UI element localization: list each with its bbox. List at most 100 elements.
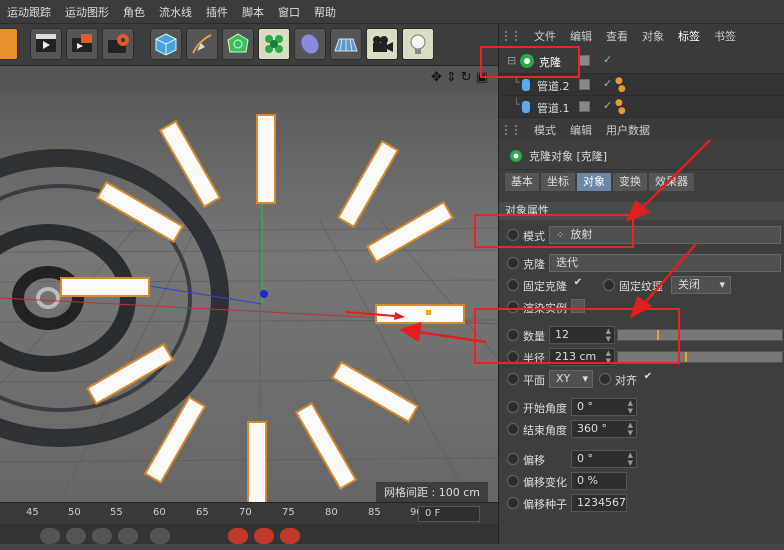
object-row-tube-2[interactable]: └ 管道.2 ✓ ● ● bbox=[499, 74, 784, 96]
render-region-icon[interactable] bbox=[0, 28, 18, 60]
offset-seed-input[interactable]: 1234567 bbox=[571, 494, 627, 512]
render-picture-viewer-icon[interactable] bbox=[66, 28, 98, 60]
om-menu-bookmarks[interactable]: 书签 bbox=[707, 28, 743, 44]
object-row-tube-1[interactable]: └ 管道.1 ✓ ● ● bbox=[499, 96, 784, 118]
param-label: 半径 bbox=[523, 352, 545, 365]
om-menu-view[interactable]: 查看 bbox=[599, 28, 635, 44]
subdivision-icon[interactable] bbox=[222, 28, 254, 60]
tab-transform[interactable]: 变换 bbox=[613, 173, 647, 191]
end-angle-input[interactable]: 360 ° ▲ ▼ bbox=[571, 420, 637, 438]
om-menu-edit[interactable]: 编辑 bbox=[563, 28, 599, 44]
animate-radio[interactable] bbox=[507, 229, 519, 241]
am-menu-mode[interactable]: 模式 bbox=[527, 122, 563, 138]
camera-icon[interactable] bbox=[366, 28, 398, 60]
next-frame-button[interactable] bbox=[150, 528, 170, 544]
render-instance-checkbox[interactable] bbox=[571, 299, 585, 313]
layer-toggle[interactable] bbox=[579, 101, 590, 112]
goto-start-button[interactable] bbox=[40, 528, 60, 544]
keyframe-selection-button[interactable] bbox=[280, 528, 300, 544]
cloner-icon[interactable] bbox=[258, 28, 290, 60]
enabled-check-icon[interactable]: ✓ bbox=[603, 77, 612, 90]
move-view-icon[interactable]: ✥ bbox=[431, 70, 442, 85]
rotate-view-icon[interactable]: ↻ bbox=[461, 70, 472, 85]
menu-script[interactable]: 脚本 bbox=[235, 4, 271, 20]
am-menu-userdata[interactable]: 用户数据 bbox=[599, 122, 657, 138]
panel-grip-icon[interactable] bbox=[505, 125, 517, 135]
fix-texture-dropdown[interactable]: 关闭 ▾ bbox=[671, 276, 731, 294]
animate-radio[interactable] bbox=[507, 423, 519, 435]
menu-motion-tracking[interactable]: 运动跟踪 bbox=[0, 4, 58, 20]
menu-mograph[interactable]: 运动图形 bbox=[58, 4, 116, 20]
prev-frame-button[interactable] bbox=[92, 528, 112, 544]
3d-viewport[interactable]: ✥ ⇕ ↻ ▣ 网格间距: 100 cm bbox=[0, 66, 498, 502]
tab-coordinates[interactable]: 坐标 bbox=[541, 173, 575, 191]
start-angle-input[interactable]: 0 ° ▲ ▼ bbox=[571, 398, 637, 416]
animate-radio[interactable] bbox=[507, 329, 519, 341]
panel-grip-icon[interactable] bbox=[505, 31, 517, 41]
radius-input[interactable]: 213 cm ▲ ▼ bbox=[549, 348, 615, 366]
object-name[interactable]: 管道.2 bbox=[537, 78, 570, 94]
animate-radio[interactable] bbox=[603, 279, 615, 291]
object-name[interactable]: 克隆 bbox=[539, 54, 561, 70]
menu-window[interactable]: 窗口 bbox=[271, 4, 307, 20]
offset-input[interactable]: 0 ° ▲ ▼ bbox=[571, 450, 637, 468]
om-menu-file[interactable]: 文件 bbox=[527, 28, 563, 44]
animate-radio[interactable] bbox=[507, 301, 519, 313]
cube-icon[interactable] bbox=[150, 28, 182, 60]
animate-radio[interactable] bbox=[507, 351, 519, 363]
layer-toggle[interactable] bbox=[579, 79, 590, 90]
animate-radio[interactable] bbox=[507, 257, 519, 269]
animate-radio[interactable] bbox=[599, 373, 611, 385]
animate-radio[interactable] bbox=[507, 401, 519, 413]
material-tag-icon[interactable]: ● ● bbox=[615, 77, 626, 94]
enabled-check-icon[interactable]: ✓ bbox=[603, 53, 612, 66]
zoom-view-icon[interactable]: ⇕ bbox=[446, 70, 457, 85]
align-checkbox[interactable]: ✔ bbox=[641, 371, 655, 385]
record-button[interactable] bbox=[228, 528, 248, 544]
slider-handle[interactable] bbox=[685, 352, 688, 362]
pen-icon[interactable] bbox=[186, 28, 218, 60]
light-icon[interactable] bbox=[402, 28, 434, 60]
object-row-cloner[interactable]: ⊟ 克隆 ✓ bbox=[499, 48, 784, 74]
plane-dropdown[interactable]: XY ▾ bbox=[549, 370, 593, 388]
radius-slider[interactable] bbox=[617, 351, 783, 363]
expand-icon[interactable]: ⊟ bbox=[507, 54, 516, 67]
prev-key-button[interactable] bbox=[66, 528, 86, 544]
menu-plugins[interactable]: 插件 bbox=[199, 4, 235, 20]
menu-help[interactable]: 帮助 bbox=[307, 4, 343, 20]
fix-clone-checkbox[interactable]: ✔ bbox=[571, 277, 585, 291]
layer-toggle[interactable] bbox=[579, 55, 590, 66]
animate-radio[interactable] bbox=[507, 475, 519, 487]
render-view-icon[interactable] bbox=[30, 28, 62, 60]
tab-effectors[interactable]: 效果器 bbox=[649, 173, 694, 191]
autokey-button[interactable] bbox=[254, 528, 274, 544]
material-tag-icon[interactable]: ● ● bbox=[615, 99, 626, 116]
timeline-tick: 50 bbox=[68, 507, 81, 518]
tab-object[interactable]: 对象 bbox=[577, 173, 611, 191]
render-settings-icon[interactable] bbox=[102, 28, 134, 60]
floor-icon[interactable] bbox=[330, 28, 362, 60]
enabled-check-icon[interactable]: ✓ bbox=[603, 99, 612, 112]
tab-basic[interactable]: 基本 bbox=[505, 173, 539, 191]
offset-variation-input[interactable]: 0 % bbox=[571, 472, 627, 490]
object-name[interactable]: 管道.1 bbox=[537, 100, 570, 116]
clone-dropdown[interactable]: 迭代 bbox=[549, 254, 781, 272]
count-slider[interactable] bbox=[617, 329, 783, 341]
deformer-icon[interactable] bbox=[294, 28, 326, 60]
menu-pipeline[interactable]: 流水线 bbox=[152, 4, 199, 20]
am-menu-edit[interactable]: 编辑 bbox=[563, 122, 599, 138]
current-frame-field[interactable]: 0 F bbox=[418, 506, 480, 522]
slider-handle[interactable] bbox=[657, 330, 660, 340]
mode-dropdown[interactable]: ⁘ 放射 bbox=[549, 226, 781, 244]
count-input[interactable]: 12 ▲ ▼ bbox=[549, 326, 615, 344]
animate-radio[interactable] bbox=[507, 497, 519, 509]
animate-radio[interactable] bbox=[507, 373, 519, 385]
play-button[interactable] bbox=[118, 528, 138, 544]
om-menu-objects[interactable]: 对象 bbox=[635, 28, 671, 44]
animate-radio[interactable] bbox=[507, 279, 519, 291]
menu-character[interactable]: 角色 bbox=[116, 4, 152, 20]
animate-radio[interactable] bbox=[507, 453, 519, 465]
timeline-ruler[interactable]: 45 50 55 60 65 70 75 80 85 90 0 F bbox=[0, 502, 498, 524]
maximize-view-icon[interactable]: ▣ bbox=[476, 70, 488, 85]
om-menu-tags[interactable]: 标签 bbox=[671, 28, 707, 44]
